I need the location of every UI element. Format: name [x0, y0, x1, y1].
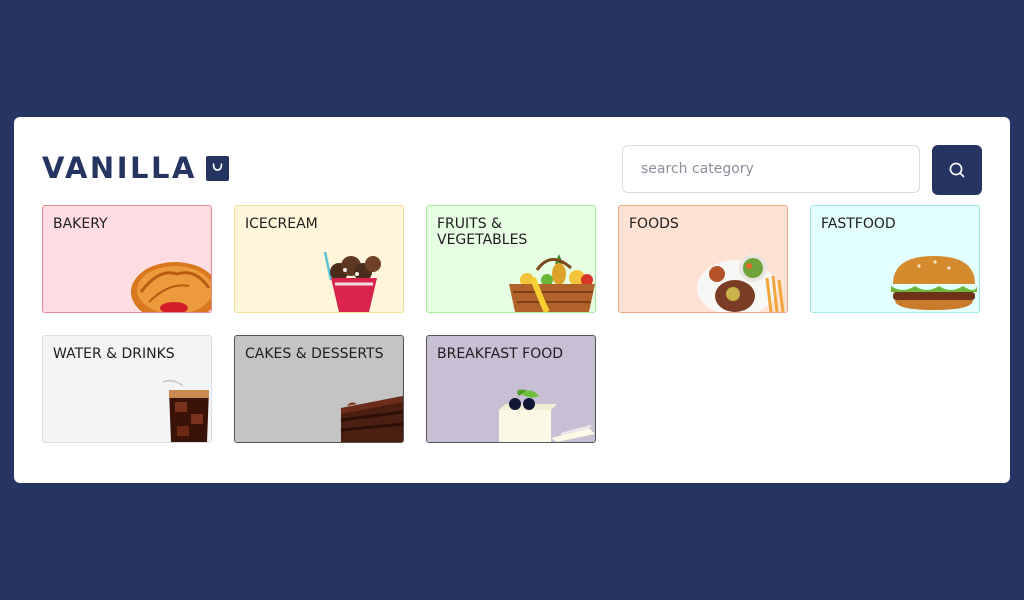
category-card-fastfood[interactable]: FASTFOOD [810, 205, 980, 313]
search-button[interactable] [932, 145, 982, 195]
fruit-basket-icon [509, 254, 595, 312]
plated-meal-icon [697, 254, 785, 312]
category-label: FASTFOOD [821, 216, 896, 232]
brand-name: VANILLA [42, 151, 197, 185]
croissant-icon [131, 262, 211, 312]
category-label: FOODS [629, 216, 679, 232]
category-label: ICECREAM [245, 216, 318, 232]
category-label: FRUITS & VEGETABLES [437, 216, 528, 248]
burger-icon [891, 256, 977, 310]
header: VANILLA [42, 145, 982, 195]
cola-glass-icon [162, 379, 209, 442]
main-panel: VANILLA BAKERY ICECREAM [14, 117, 1010, 483]
category-card-cakes-desserts[interactable]: CAKES & DESSERTS [234, 335, 404, 443]
category-label: WATER & DRINKS [53, 346, 175, 362]
category-card-fruits-vegetables[interactable]: FRUITS & VEGETABLES [426, 205, 596, 313]
category-label: CAKES & DESSERTS [245, 346, 384, 362]
category-card-bakery[interactable]: BAKERY [42, 205, 212, 313]
category-card-foods[interactable]: FOODS [618, 205, 788, 313]
category-card-water-drinks[interactable]: WATER & DRINKS [42, 335, 212, 443]
category-label: BREAKFAST FOOD [437, 346, 564, 362]
category-card-icecream[interactable]: ICECREAM [234, 205, 404, 313]
search-icon [949, 162, 965, 178]
chocolate-cake-icon [340, 396, 403, 442]
cheesecake-icon [499, 389, 595, 442]
search-input[interactable] [622, 145, 920, 193]
category-card-breakfast-food[interactable]: BREAKFAST FOOD [426, 335, 596, 443]
category-label: BAKERY [53, 216, 108, 232]
logo[interactable]: VANILLA [42, 151, 229, 185]
shopping-bag-icon [205, 155, 229, 181]
ice-cream-sundae-icon [323, 251, 381, 312]
